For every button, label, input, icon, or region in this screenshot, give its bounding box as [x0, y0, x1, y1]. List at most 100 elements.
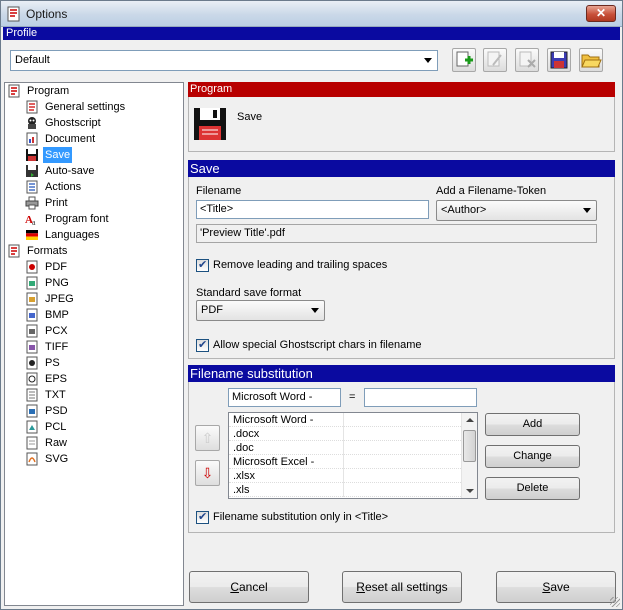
column-divider [343, 427, 344, 441]
tree-item-label: General settings [45, 101, 126, 113]
reset-accesskey: R [356, 580, 365, 594]
tree-item-label: PCL [45, 421, 67, 433]
save-profile-button[interactable] [547, 48, 571, 72]
tree-item-label: Print [45, 197, 68, 209]
equals-sign: = [349, 391, 356, 403]
allow-special-chars-checkbox[interactable]: Allow special Ghostscript chars in filen… [196, 338, 436, 353]
open-profile-button[interactable] [579, 48, 603, 72]
tree-item-label: Program font [45, 213, 109, 225]
close-button[interactable]: ✕ [586, 5, 616, 22]
tree-item-label: PS [45, 357, 60, 369]
tree-item-label: Actions [45, 181, 82, 193]
list-item[interactable]: Microsoft Excel - [229, 455, 461, 469]
list-item[interactable]: Microsoft Word - [229, 413, 461, 427]
move-up-button[interactable]: ⇧ [195, 425, 220, 451]
rename-profile-button[interactable] [483, 48, 507, 72]
tree-item-label: PNG [45, 277, 69, 289]
formats-icon [8, 244, 20, 258]
ghostscript-icon [28, 117, 36, 129]
raw-file-icon [26, 436, 38, 450]
tree-item-label: EPS [45, 373, 68, 385]
list-item-label: .docx [233, 428, 260, 440]
tree-item-label: Document [45, 133, 96, 145]
printer-icon [25, 196, 39, 210]
svg-file-icon [26, 452, 38, 466]
window-title: Options [26, 7, 68, 21]
png-file-icon [26, 276, 38, 290]
list-scrollbar[interactable] [461, 413, 477, 498]
profile-select-value: Default [15, 54, 50, 66]
column-divider [343, 483, 344, 497]
remove-spaces-checkbox[interactable]: Remove leading and trailing spaces [196, 258, 416, 273]
floppy-disk-icon [26, 149, 38, 161]
list-item[interactable]: .doc [229, 441, 461, 455]
allow-special-chars-label: Allow special Ghostscript chars in filen… [213, 339, 422, 351]
save-label: ave [550, 580, 570, 594]
pcx-file-icon [26, 324, 38, 338]
filename-input[interactable]: <Title> [196, 200, 429, 219]
cancel-button[interactable]: Cancel [189, 571, 309, 603]
add-profile-icon [456, 51, 473, 67]
column-divider [343, 413, 344, 427]
delete-profile-button[interactable] [515, 48, 539, 72]
list-item[interactable]: .xlsx [229, 469, 461, 483]
scroll-up-icon[interactable] [466, 418, 474, 422]
cancel-accesskey: C [230, 580, 239, 594]
checkbox-checked-icon [196, 258, 209, 272]
delete-substitution-button[interactable]: Delete [485, 477, 580, 500]
save-format-value: PDF [201, 304, 223, 316]
tree-item-label: TIFF [45, 341, 69, 353]
list-item-label: .doc [233, 442, 254, 454]
substitution-title-only-checkbox[interactable]: Filename substitution only in <Title> [196, 510, 396, 525]
add-profile-button[interactable] [452, 48, 476, 72]
jpeg-file-icon [26, 292, 38, 306]
filename-label: Filename [196, 185, 242, 197]
pcl-file-icon [26, 420, 38, 434]
save-format-select[interactable]: PDF [196, 300, 325, 321]
ps-file-icon [26, 356, 38, 370]
floppy-disk-icon [194, 108, 226, 140]
settings-tree: Program General settings Ghostscript Doc… [4, 82, 184, 606]
chevron-down-icon [424, 58, 432, 63]
pdf-file-icon [26, 260, 38, 274]
checkbox-checked-icon [196, 510, 209, 524]
tree-item-label: TXT [45, 389, 66, 401]
bmp-file-icon [26, 308, 38, 322]
psd-file-icon [26, 404, 38, 418]
svg-text:a: a [32, 218, 36, 226]
list-item-label: Microsoft Excel - [233, 456, 315, 468]
filename-token-label: Add a Filename-Token [436, 185, 547, 197]
move-down-button[interactable]: ⇩ [195, 460, 220, 486]
substitution-find-input[interactable]: Microsoft Word - [228, 388, 341, 407]
substitution-list[interactable]: Microsoft Word - .docx .doc Microsoft Ex… [228, 412, 478, 499]
list-item[interactable]: .docx [229, 427, 461, 441]
reset-all-settings-button[interactable]: Reset all settings [342, 571, 462, 603]
delete-profile-icon [519, 51, 536, 68]
substitution-section-header: Filename substitution [188, 365, 615, 382]
add-substitution-button[interactable]: Add [485, 413, 580, 436]
title-bar: Options ✕ [1, 1, 622, 27]
profile-select[interactable]: Default [10, 50, 438, 71]
list-item-label: .xls [233, 484, 250, 496]
column-divider [343, 441, 344, 455]
resize-grip[interactable] [610, 597, 620, 607]
list-item[interactable]: .xls [229, 483, 461, 497]
filename-token-select[interactable]: <Author> [436, 200, 597, 221]
tree-item-label: BMP [45, 309, 69, 321]
tree-item-label: SVG [45, 453, 69, 465]
tree-item-label: Auto-save [45, 165, 95, 177]
tree-item-label: JPEG [45, 293, 74, 305]
reset-label: eset all settings [364, 580, 448, 594]
eps-file-icon [26, 372, 38, 386]
font-icon: A a [25, 214, 36, 226]
change-substitution-button[interactable]: Change [485, 445, 580, 468]
arrow-down-icon: ⇩ [201, 465, 214, 481]
chevron-down-icon [583, 208, 591, 213]
scroll-thumb[interactable] [463, 430, 476, 462]
scroll-down-icon[interactable] [466, 489, 474, 493]
list-item-label: Microsoft Word - [233, 414, 314, 426]
save-button[interactable]: Save [496, 571, 616, 603]
substitution-replace-input[interactable] [364, 388, 477, 407]
save-section-header: Save [188, 160, 615, 177]
save-profile-icon [550, 51, 568, 69]
